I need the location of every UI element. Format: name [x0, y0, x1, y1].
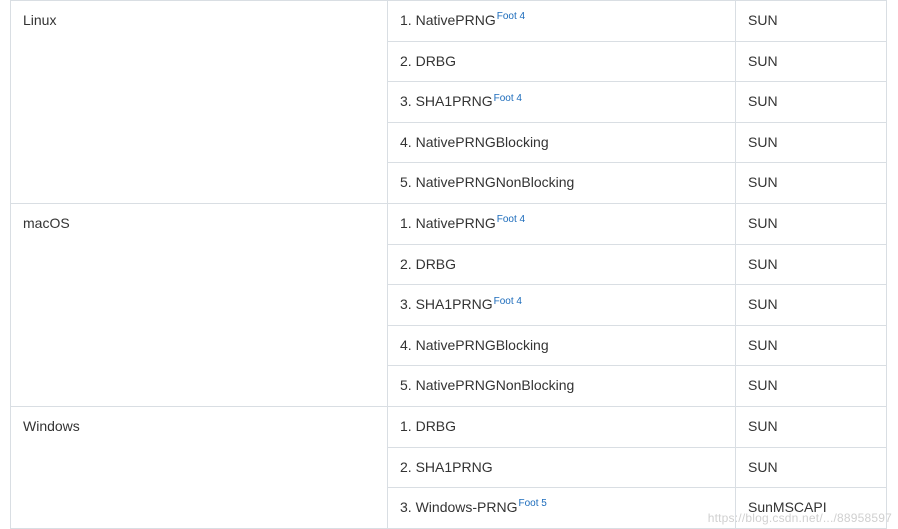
algorithm-name: NativePRNGBlocking [416, 337, 549, 353]
algorithm-cell: 5. NativePRNGNonBlocking [388, 366, 736, 407]
algorithm-cell: 1. DRBG [388, 406, 736, 447]
algorithm-number: 2 [400, 53, 408, 69]
algorithm-name: DRBG [416, 256, 456, 272]
algorithm-name: NativePRNGNonBlocking [416, 174, 575, 190]
provider-cell: SUN [736, 82, 887, 123]
algorithm-number: 2 [400, 256, 408, 272]
algorithm-cell: 4. NativePRNGBlocking [388, 122, 736, 163]
provider-cell: SunMSCAPI [736, 488, 887, 529]
footnote-ref[interactable]: Foot 4 [494, 93, 522, 104]
algorithm-name: DRBG [416, 53, 456, 69]
algorithm-cell: 3. SHA1PRNGFoot 4 [388, 82, 736, 123]
algorithm-name: NativePRNGNonBlocking [416, 377, 575, 393]
algorithm-number: 3 [400, 93, 408, 109]
algorithm-cell: 2. DRBG [388, 244, 736, 285]
algorithm-name: NativePRNG [416, 215, 496, 231]
footnote-ref[interactable]: Foot 4 [494, 296, 522, 307]
provider-cell: SUN [736, 366, 887, 407]
provider-cell: SUN [736, 447, 887, 488]
algorithm-cell: 3. SHA1PRNGFoot 4 [388, 285, 736, 326]
os-cell: Windows [11, 406, 388, 528]
algorithm-cell: 2. SHA1PRNG [388, 447, 736, 488]
algorithm-number: 1 [400, 215, 408, 231]
provider-cell: SUN [736, 1, 887, 42]
os-cell: macOS [11, 203, 388, 406]
provider-cell: SUN [736, 406, 887, 447]
prng-providers-table: Linux1. NativePRNGFoot 4SUN2. DRBGSUN3. … [10, 0, 887, 529]
provider-cell: SUN [736, 203, 887, 244]
provider-cell: SUN [736, 163, 887, 204]
algorithm-name: SHA1PRNG [416, 93, 493, 109]
provider-cell: SUN [736, 325, 887, 366]
algorithm-cell: 1. NativePRNGFoot 4 [388, 1, 736, 42]
algorithm-cell: 3. Windows-PRNGFoot 5 [388, 488, 736, 529]
algorithm-cell: 4. NativePRNGBlocking [388, 325, 736, 366]
algorithm-name: DRBG [416, 418, 456, 434]
algorithm-number: 5 [400, 377, 408, 393]
algorithm-cell: 1. NativePRNGFoot 4 [388, 203, 736, 244]
algorithm-name: NativePRNG [416, 12, 496, 28]
table-row: macOS1. NativePRNGFoot 4SUN [11, 203, 887, 244]
footnote-ref[interactable]: Foot 5 [518, 498, 546, 509]
algorithm-number: 3 [400, 296, 408, 312]
footnote-ref[interactable]: Foot 4 [497, 11, 525, 22]
algorithm-number: 5 [400, 174, 408, 190]
algorithm-name: SHA1PRNG [416, 459, 493, 475]
provider-cell: SUN [736, 285, 887, 326]
table-row: Windows1. DRBGSUN [11, 406, 887, 447]
algorithm-number: 1 [400, 12, 408, 28]
algorithm-name: NativePRNGBlocking [416, 134, 549, 150]
table-row: Linux1. NativePRNGFoot 4SUN [11, 1, 887, 42]
provider-cell: SUN [736, 244, 887, 285]
algorithm-cell: 2. DRBG [388, 41, 736, 82]
provider-cell: SUN [736, 122, 887, 163]
algorithm-number: 4 [400, 134, 408, 150]
footnote-ref[interactable]: Foot 4 [497, 214, 525, 225]
algorithm-number: 2 [400, 459, 408, 475]
algorithm-name: SHA1PRNG [416, 296, 493, 312]
algorithm-number: 4 [400, 337, 408, 353]
os-cell: Linux [11, 1, 388, 204]
provider-cell: SUN [736, 41, 887, 82]
algorithm-number: 1 [400, 418, 408, 434]
algorithm-cell: 5. NativePRNGNonBlocking [388, 163, 736, 204]
